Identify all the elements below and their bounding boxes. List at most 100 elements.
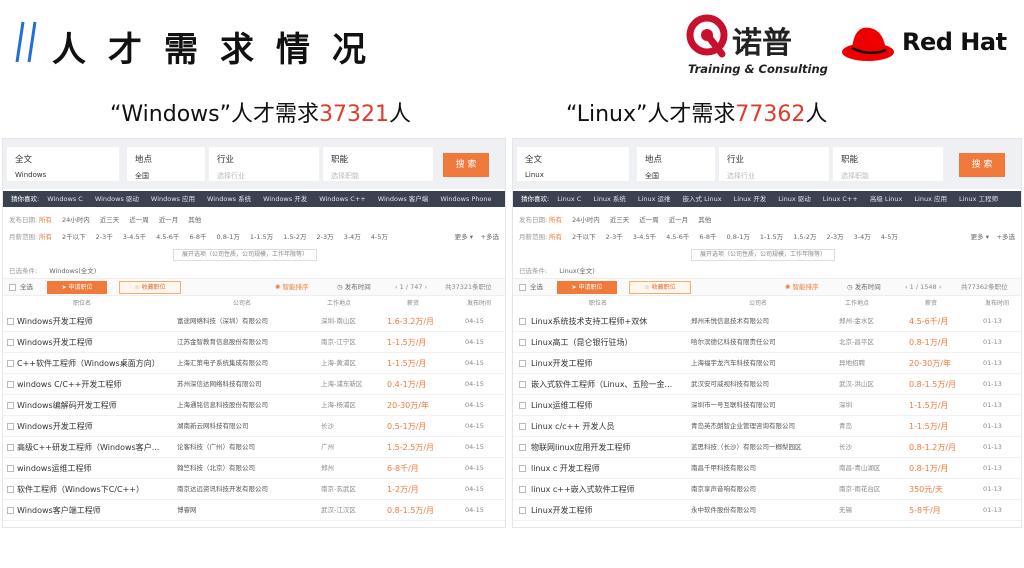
salary-option[interactable]: 1-1.5万 <box>250 233 273 241</box>
job-title-link[interactable]: Windows开发工程师 <box>17 311 169 332</box>
salary-option[interactable]: 2-3千 <box>96 233 113 241</box>
next-page-icon[interactable]: › <box>937 283 942 291</box>
select-all[interactable]: 全选 <box>519 279 543 295</box>
job-title-link[interactable]: C++软件工程师（Windows桌面方向） <box>17 353 169 374</box>
row-checkbox[interactable] <box>519 486 526 493</box>
job-title-link[interactable]: Linux运维工程师 <box>531 395 691 416</box>
checkbox[interactable] <box>519 283 526 291</box>
company-link[interactable]: 郑州禾悦信息技术有限公司 <box>691 311 811 332</box>
job-title-link[interactable]: Linux c/c++ 开发人员 <box>531 416 691 437</box>
salary-option[interactable]: 1.5-2万 <box>283 233 306 241</box>
salary-option[interactable]: 6-8千 <box>189 233 206 241</box>
job-title-link[interactable]: windows C/C++开发工程师 <box>17 374 169 395</box>
job-row[interactable]: Windows开发工程师 富途网络科技（深圳）有限公司 深圳-南山区 1.6-3.2万… <box>3 311 505 332</box>
suggestion-item[interactable]: 嵌入式 Linux <box>683 195 722 203</box>
more-dropdown[interactable]: 更多 ▾ <box>455 230 473 244</box>
salary-option[interactable]: 3-4.5千 <box>633 233 656 241</box>
job-title-link[interactable]: Windows客户端工程师 <box>17 500 169 521</box>
job-title-link[interactable]: linux c++嵌入式软件工程师 <box>531 479 691 500</box>
date-option[interactable]: 近三天 <box>100 216 120 224</box>
row-checkbox[interactable] <box>519 381 526 388</box>
industry-field[interactable]: 行业 选择行业 <box>719 147 829 181</box>
job-row[interactable]: C++软件工程师（Windows桌面方向） 上海汇策电子系统集成有限公司 上海-黄浦… <box>3 353 505 374</box>
job-title-link[interactable]: linux c 开发工程师 <box>531 458 691 479</box>
company-link[interactable]: 论客科技（广州）有限公司 <box>177 437 297 458</box>
select-all[interactable]: 全选 <box>9 279 33 295</box>
job-row[interactable]: Linux高工（昆仑银行驻场） 哈尔滨德亿科技有限责任公司 北京-昌平区 0.8-1万… <box>513 332 1021 353</box>
date-option[interactable]: 24小时内 <box>62 216 90 224</box>
salary-option[interactable]: 3-4.5千 <box>123 233 146 241</box>
suggestion-item[interactable]: Windows C++ <box>319 195 366 203</box>
suggestion-item[interactable]: Linux 应用 <box>914 195 947 203</box>
row-checkbox[interactable] <box>519 318 526 325</box>
salary-option[interactable]: 4-5万 <box>881 233 898 241</box>
suggestion-item[interactable]: Linux 系统 <box>593 195 626 203</box>
job-title-link[interactable]: Windows开发工程师 <box>17 416 169 437</box>
job-title-link[interactable]: Linux开发工程师 <box>531 353 691 374</box>
selected-condition-tag[interactable]: Linux(全文) <box>559 267 595 275</box>
row-checkbox[interactable] <box>519 360 526 367</box>
function-field[interactable]: 职能 选择职能 <box>323 147 433 181</box>
company-link[interactable]: 蓝思科技（长沙）有限公司一榔梨园区 <box>691 437 811 458</box>
suggestion-item[interactable]: Linux 开发 <box>734 195 767 203</box>
salary-option[interactable]: 1.5-2万 <box>793 233 816 241</box>
favorite-jobs-button[interactable]: ☆ 收藏职位 <box>629 281 691 294</box>
salary-option[interactable]: 1-1.5万 <box>760 233 783 241</box>
date-option[interactable]: 其他 <box>698 216 711 224</box>
company-link[interactable]: 博睿网 <box>177 500 297 521</box>
row-checkbox[interactable] <box>519 339 526 346</box>
selected-condition-tag[interactable]: Windows(全文) <box>49 267 96 275</box>
job-title-link[interactable]: Linux系统技术支持工程师+双休 <box>531 311 691 332</box>
suggestion-item[interactable]: Linux 工程师 <box>959 195 998 203</box>
multi-select-button[interactable]: +多选 <box>481 230 499 244</box>
date-option[interactable]: 所有 <box>549 216 562 224</box>
job-row[interactable]: linux c 开发工程师 南昌千甲科技有限公司 南昌-青山湖区 0.8-1万/月 01… <box>513 458 1021 479</box>
suggestion-item[interactable]: Linux 驱动 <box>778 195 811 203</box>
salary-option[interactable]: 所有 <box>549 233 562 241</box>
suggestion-item[interactable]: Windows 系统 <box>207 195 251 203</box>
multi-select-button[interactable]: +多选 <box>997 230 1015 244</box>
checkbox[interactable] <box>9 283 16 291</box>
salary-option[interactable]: 6-8千 <box>699 233 716 241</box>
date-option[interactable]: 近一月 <box>159 216 179 224</box>
job-row[interactable]: 高级C++研发工程师（Windows客户... 论客科技（广州）有限公司 广州 1.5… <box>3 437 505 458</box>
salary-option[interactable]: 3-4万 <box>344 233 361 241</box>
salary-option[interactable]: 4-5万 <box>371 233 388 241</box>
salary-option[interactable]: 0.8-1万 <box>727 233 750 241</box>
row-checkbox[interactable] <box>519 444 526 451</box>
date-option[interactable]: 近一周 <box>639 216 659 224</box>
company-link[interactable]: 永中软件股份有限公司 <box>691 500 811 521</box>
salary-option[interactable]: 3-4万 <box>854 233 871 241</box>
date-option[interactable]: 近一周 <box>129 216 149 224</box>
company-link[interactable]: 湖南新云网科技有限公司 <box>177 416 297 437</box>
suggestion-item[interactable]: Windows 应用 <box>151 195 195 203</box>
row-checkbox[interactable] <box>7 339 14 346</box>
suggestion-item[interactable]: Windows Phone <box>440 195 491 203</box>
location-field[interactable]: 地点 全国 <box>127 147 205 181</box>
row-checkbox[interactable] <box>519 465 526 472</box>
job-title-link[interactable]: Windows开发工程师 <box>17 332 169 353</box>
fulltext-field[interactable]: 全文 Linux <box>517 147 629 181</box>
company-link[interactable]: 深圳市一号互联科技有限公司 <box>691 395 811 416</box>
smart-sort-button[interactable]: ✺ 智能排序 <box>275 279 309 295</box>
job-title-link[interactable]: windows运维工程师 <box>17 458 169 479</box>
company-link[interactable]: 翰竺科技（北京）有限公司 <box>177 458 297 479</box>
job-row[interactable]: windows C/C++开发工程师 苏州深信达网络科技有限公司 上海-浦东新区 0.… <box>3 374 505 395</box>
company-link[interactable]: 苏州深信达网络科技有限公司 <box>177 374 297 395</box>
publish-time-sort[interactable]: ◷ 发布时间 <box>847 279 881 295</box>
salary-option[interactable]: 2-3千 <box>606 233 623 241</box>
company-link[interactable]: 武汉安可威视科技有限公司 <box>691 374 811 395</box>
suggestion-item[interactable]: Windows 客户端 <box>378 195 429 203</box>
row-checkbox[interactable] <box>7 381 14 388</box>
salary-option[interactable]: 2千以下 <box>572 233 596 241</box>
company-link[interactable]: 青岛英杰朗智企业管理咨询有限公司 <box>691 416 811 437</box>
job-row[interactable]: Linux运维工程师 深圳市一号互联科技有限公司 深圳 1-1.5万/月 01-13 <box>513 395 1021 416</box>
salary-option[interactable]: 0.8-1万 <box>217 233 240 241</box>
company-link[interactable]: 哈尔滨德亿科技有限责任公司 <box>691 332 811 353</box>
row-checkbox[interactable] <box>519 402 526 409</box>
search-button[interactable]: 搜 索 <box>443 153 489 177</box>
next-page-icon[interactable]: › <box>423 283 428 291</box>
publish-time-sort[interactable]: ◷ 发布时间 <box>337 279 371 295</box>
date-option[interactable]: 近一月 <box>669 216 689 224</box>
salary-option[interactable]: 4.5-6千 <box>666 233 689 241</box>
